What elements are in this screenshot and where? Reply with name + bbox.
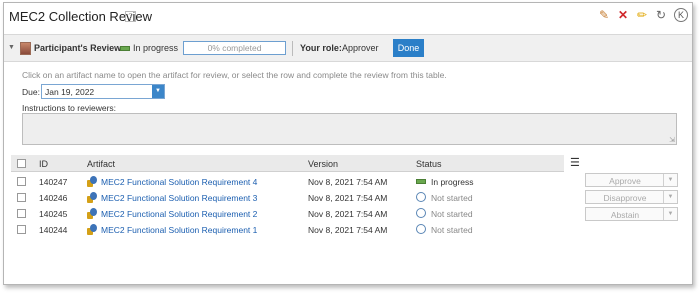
row-id: 140246 — [39, 193, 68, 203]
requirement-icon — [87, 192, 97, 203]
requirement-icon — [87, 208, 97, 219]
dropdown-arrow-icon[interactable]: ▼ — [152, 85, 164, 98]
review-bar: ▼ Participant's Review: In progress 0% c… — [4, 34, 692, 62]
chevron-down-icon[interactable]: ▼ — [663, 208, 677, 220]
toolbar-actions: ✎ ✕ ✏ ↻ K — [598, 8, 688, 22]
chevron-down-icon[interactable]: ▼ — [663, 191, 677, 203]
artifact-link[interactable]: MEC2 Functional Solution Requirement 2 — [101, 209, 257, 219]
progress-text: 0% completed — [207, 43, 262, 53]
table-row[interactable]: 140244 MEC2 Functional Solution Requirem… — [11, 222, 564, 238]
edit-icon[interactable]: ✏ — [636, 8, 648, 22]
approve-label: Approve — [609, 176, 641, 186]
review-state: In progress — [133, 43, 179, 53]
close-icon[interactable]: K — [674, 8, 688, 22]
requirement-icon — [87, 224, 97, 235]
column-status[interactable]: Status — [416, 159, 442, 169]
refresh-icon[interactable]: ↻ — [655, 8, 667, 22]
column-artifact[interactable]: Artifact — [87, 159, 115, 169]
row-status: Not started — [431, 209, 473, 219]
role-value: Approver — [342, 43, 379, 53]
in-progress-icon — [416, 179, 426, 184]
clock-icon — [416, 192, 426, 202]
disapprove-label: Disapprove — [603, 193, 647, 203]
reviewer-instructions-label: Instructions to reviewers: — [22, 103, 117, 113]
row-status: Not started — [431, 225, 473, 235]
due-label: Due: — [22, 87, 40, 97]
abstain-label: Abstain — [610, 210, 640, 220]
row-checkbox[interactable] — [17, 225, 26, 234]
column-menu-icon[interactable]: ☰ — [570, 158, 580, 169]
table-row[interactable]: 140246 MEC2 Functional Solution Requirem… — [11, 190, 564, 206]
table-row[interactable]: 140247 MEC2 Functional Solution Requirem… — [11, 174, 564, 190]
artifact-link[interactable]: MEC2 Functional Solution Requirement 3 — [101, 193, 257, 203]
table-header: ID Artifact Version Status — [11, 155, 564, 172]
row-version: Nov 8, 2021 7:54 AM — [308, 209, 388, 219]
avatar — [20, 42, 31, 55]
artifact-link[interactable]: MEC2 Functional Solution Requirement 1 — [101, 225, 257, 235]
table-row[interactable]: 140245 MEC2 Functional Solution Requirem… — [11, 206, 564, 222]
role-label: Your role: — [300, 43, 342, 53]
participant-review-label: Participant's Review: — [34, 43, 125, 53]
select-all-checkbox[interactable] — [17, 159, 26, 168]
abstain-button[interactable]: Abstain ▼ — [585, 207, 678, 221]
in-progress-icon — [120, 46, 130, 51]
delete-icon[interactable]: ✕ — [617, 8, 629, 22]
due-date-value: Jan 19, 2022 — [45, 87, 95, 97]
collapse-toggle-icon[interactable]: ▼ — [8, 44, 15, 51]
help-icon[interactable]: ? — [125, 11, 136, 22]
title-bar: MEC2 Collection Review ? ✎ ✕ ✏ ↻ K — [4, 3, 692, 33]
done-button[interactable]: Done — [393, 39, 424, 57]
row-version: Nov 8, 2021 7:54 AM — [308, 225, 388, 235]
due-date-field[interactable]: Jan 19, 2022 ▼ — [41, 84, 165, 99]
artifact-link[interactable]: MEC2 Functional Solution Requirement 4 — [101, 177, 257, 187]
progress-bar: 0% completed — [183, 41, 286, 55]
reviewer-instructions-textarea[interactable]: ⇲ — [22, 113, 677, 145]
divider — [292, 41, 293, 56]
column-version[interactable]: Version — [308, 159, 338, 169]
row-status: In progress — [431, 177, 474, 187]
instructions-text: Click on an artifact name to open the ar… — [22, 70, 447, 80]
requirement-icon — [87, 176, 97, 187]
row-checkbox[interactable] — [17, 177, 26, 186]
review-window: MEC2 Collection Review ? ✎ ✕ ✏ ↻ K ▼ Par… — [3, 2, 693, 285]
row-id: 140247 — [39, 177, 68, 187]
chevron-down-icon[interactable]: ▼ — [663, 174, 677, 186]
approve-button[interactable]: Approve ▼ — [585, 173, 678, 187]
row-status: Not started — [431, 193, 473, 203]
disapprove-button[interactable]: Disapprove ▼ — [585, 190, 678, 204]
row-checkbox[interactable] — [17, 193, 26, 202]
row-id: 140245 — [39, 209, 68, 219]
row-id: 140244 — [39, 225, 68, 235]
column-id[interactable]: ID — [39, 159, 48, 169]
resize-handle-icon[interactable]: ⇲ — [669, 136, 675, 144]
clock-icon — [416, 208, 426, 218]
row-version: Nov 8, 2021 7:54 AM — [308, 193, 388, 203]
row-version: Nov 8, 2021 7:54 AM — [308, 177, 388, 187]
review-icon[interactable]: ✎ — [598, 8, 610, 22]
row-checkbox[interactable] — [17, 209, 26, 218]
clock-icon — [416, 224, 426, 234]
